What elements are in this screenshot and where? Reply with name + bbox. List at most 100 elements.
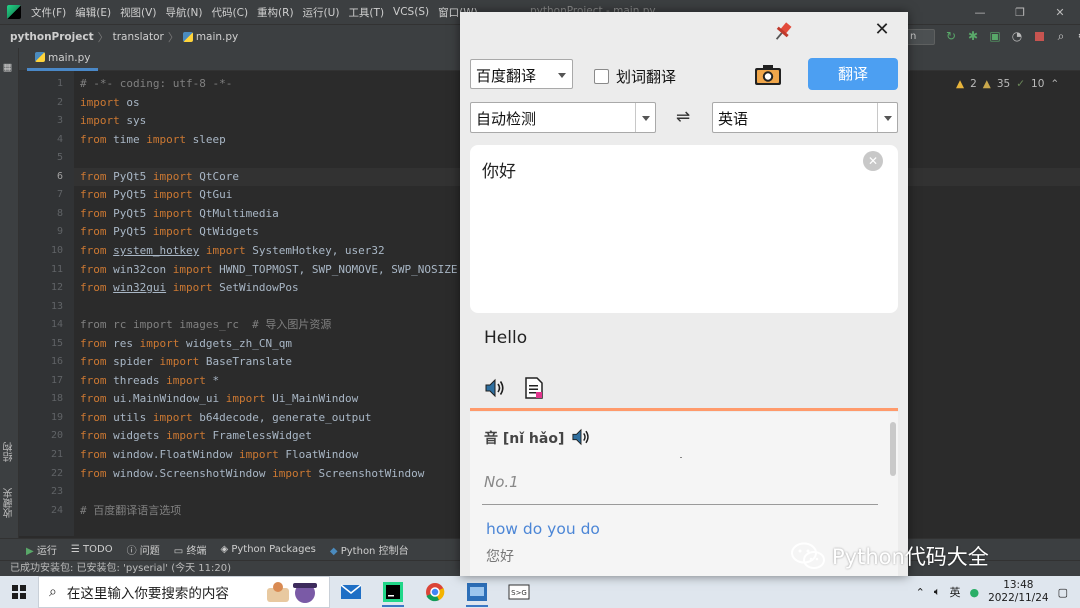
taskbar-translator-app[interactable] (456, 576, 498, 608)
profile-icon[interactable]: ◔ (1010, 29, 1024, 43)
tool-console[interactable]: ◆ Python 控制台 (330, 542, 409, 557)
tool-packages[interactable]: ◈ Python Packages (220, 544, 315, 555)
translate-button[interactable]: 翻译 (808, 58, 898, 90)
clock[interactable]: 13:48 2022/11/24 (988, 579, 1049, 605)
code-keyword: import (152, 188, 193, 202)
code-line[interactable]: from PyQt5 import QtWidgets (80, 223, 259, 242)
tool-todo[interactable]: ☰ TODO (71, 544, 113, 555)
code-line[interactable]: from PyQt5 import QtCore (80, 168, 239, 187)
source-text[interactable]: 你好 (482, 157, 516, 182)
code-token: FramelessWidget (212, 429, 312, 443)
stop-icon[interactable] (1032, 29, 1046, 43)
inspection-widget[interactable]: ▲ 2 ▲ 35 ✓ 10 ⌃ (956, 78, 1059, 90)
taskbar-chrome-app[interactable] (414, 576, 456, 608)
code-line[interactable]: from res import widgets_zh_CN_qm (80, 335, 292, 354)
code-line[interactable]: from PyQt5 import QtMultimedia (80, 205, 279, 224)
taskbar-pycharm-app[interactable] (372, 576, 414, 608)
translator-title-bar: ✕ (460, 12, 908, 50)
code-line[interactable]: from time import sleep (80, 131, 226, 150)
source-language-select[interactable]: 自动检测 (470, 102, 656, 133)
restore-icon[interactable]: ❐ (1000, 0, 1040, 24)
ime-icon[interactable]: 英 (949, 584, 960, 600)
code-keyword: from (80, 336, 107, 350)
code-line[interactable]: from ui.MainWindow_ui import Ui_MainWind… (80, 390, 358, 409)
structure-tab[interactable]: 结构 (2, 442, 17, 462)
code-line[interactable]: from window.ScreenshotWindow import Scre… (80, 465, 424, 484)
menu-tools[interactable]: 工具(T) (348, 5, 384, 20)
settings-icon[interactable]: ⚙ (1076, 29, 1080, 43)
clear-icon[interactable]: ✕ (863, 151, 883, 171)
code-line[interactable]: from spider import BaseTranslate (80, 353, 292, 372)
code-line[interactable]: # 百度翻译语言选项 (80, 502, 181, 521)
project-tool-icon[interactable]: ▦ (2, 62, 13, 73)
minimize-icon[interactable]: — (960, 0, 1000, 24)
taskbar-mail-app[interactable] (330, 576, 372, 608)
menu-view[interactable]: 视图(V) (120, 5, 156, 20)
menu-refactor[interactable]: 重构(R) (257, 5, 294, 20)
copy-icon[interactable] (524, 377, 544, 399)
source-text-area[interactable]: 你好 ✕ (470, 145, 898, 313)
menu-code[interactable]: 代码(C) (212, 5, 249, 20)
line-number: 18 (50, 393, 63, 405)
engine-select[interactable]: 百度翻译 (470, 59, 573, 89)
code-line[interactable]: from win32con import HWND_TOPMOST, SWP_N… (80, 261, 458, 280)
menu-run[interactable]: 运行(U) (303, 5, 340, 20)
python-file-icon (182, 31, 193, 42)
code-line[interactable]: import os (80, 94, 140, 113)
word-select-checkbox[interactable] (594, 69, 609, 84)
notification-icon[interactable]: ▢ (1058, 586, 1068, 599)
breadcrumb-project[interactable]: pythonProject (10, 31, 94, 43)
search-highlight-art-icon (267, 582, 317, 603)
search-icon[interactable]: ⌕ (1054, 29, 1068, 43)
tool-terminal[interactable]: ▭ 终端 (174, 542, 207, 557)
code-line[interactable]: import sys (80, 112, 146, 131)
tool-run[interactable]: ▶ 运行 (26, 542, 57, 557)
code-line[interactable]: from widgets import FramelessWidget (80, 427, 312, 446)
rerun-icon[interactable]: ↻ (944, 29, 958, 43)
favorites-tab[interactable]: 收藏夹 (2, 488, 17, 518)
menu-vcs[interactable]: VCS(S) (393, 6, 429, 18)
code-line[interactable]: from PyQt5 import QtGui (80, 186, 232, 205)
code-line[interactable]: from threads import * (80, 372, 219, 391)
debug-icon[interactable]: ✱ (966, 29, 980, 43)
menu-edit[interactable]: 编辑(E) (75, 5, 111, 20)
close-window-icon[interactable]: ✕ (1040, 0, 1080, 24)
close-icon[interactable]: ✕ (868, 19, 896, 43)
chevron-up-icon[interactable]: ⌃ (916, 586, 925, 599)
camera-icon[interactable] (754, 64, 782, 86)
speaker-icon[interactable] (484, 378, 506, 398)
word-select-toggle[interactable]: 划词翻译 (594, 66, 676, 87)
target-language-select[interactable]: 英语 (712, 102, 898, 133)
dictionary-scrollbar[interactable] (890, 422, 896, 476)
code-line[interactable]: from win32gui import SetWindowPos (80, 279, 299, 298)
coverage-icon[interactable]: ▣ (988, 29, 1002, 43)
tab-main-py[interactable]: main.py (27, 48, 99, 71)
breadcrumb-folder[interactable]: translator (113, 31, 164, 43)
start-button[interactable] (0, 576, 38, 608)
swap-languages-button[interactable]: ⇌ (672, 107, 694, 127)
breadcrumb-file[interactable]: main.py (196, 31, 238, 43)
code-line[interactable]: # -*- coding: utf-8 -*- (80, 75, 232, 94)
run-config-select[interactable]: n (905, 29, 935, 45)
tool-problems[interactable]: ⓘ 问题 (127, 542, 160, 557)
code-keyword: from (80, 206, 107, 220)
taskbar-search[interactable]: ⌕ 在这里输入你要搜索的内容 (38, 576, 330, 608)
code-token: QtGui (199, 188, 233, 202)
volume-icon[interactable]: 🔈︎ (934, 585, 941, 599)
code-line[interactable]: from rc import images_rc # 导入图片资源 (80, 316, 331, 335)
line-number: 17 (50, 374, 63, 386)
menu-navigate[interactable]: 导航(N) (165, 5, 202, 20)
menu-file[interactable]: 文件(F) (31, 5, 66, 20)
phrase-link[interactable]: how do you do (486, 520, 600, 538)
code-keyword: from (80, 410, 107, 424)
taskbar-screenshot-app[interactable]: S>G (498, 576, 540, 608)
code-line[interactable]: from window.FloatWindow import FloatWind… (80, 446, 358, 465)
wechat-icon[interactable]: ● (969, 586, 979, 599)
status-message[interactable]: 已成功安装包: 已安装包: 'pyserial' (今天 11:20) (10, 563, 231, 574)
speaker-icon[interactable] (571, 428, 591, 446)
code-line[interactable]: from system_hotkey import SystemHotkey, … (80, 242, 385, 261)
pin-icon[interactable] (768, 20, 796, 44)
line-number: 8 (56, 207, 63, 219)
translator-app-icon (467, 583, 487, 601)
code-line[interactable]: from utils import b64decode, generate_ou… (80, 409, 371, 428)
